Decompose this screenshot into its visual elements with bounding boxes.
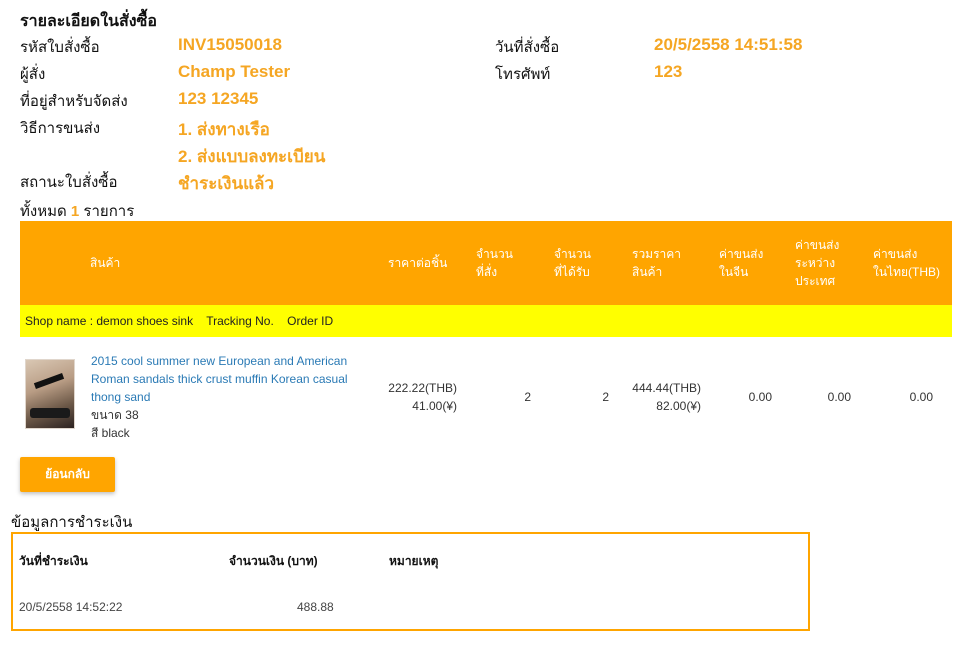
product-image[interactable] xyxy=(25,359,75,429)
invoice-value: INV15050018 xyxy=(178,35,282,54)
item-count-suffix: รายการ xyxy=(83,203,135,220)
th-ship-thai-line1: ค่าขนส่ง xyxy=(873,247,918,261)
order-status-value: ชำระเงินแล้ว xyxy=(178,174,274,193)
unit-price-cell: 222.22(THB) 41.00(¥) xyxy=(380,379,457,415)
th-qty-ordered-line1: จำนวน xyxy=(476,247,513,261)
order-id-label: Order ID xyxy=(287,314,334,328)
orderer-label: ผู้สั่ง xyxy=(20,66,46,83)
shipping-method-1: 1. ส่งทางเรือ xyxy=(178,120,270,139)
invoice-label: รหัสใบสั่งซื้อ xyxy=(20,39,100,56)
th-qty-received-line2: ที่ได้รับ xyxy=(554,265,590,279)
qty-received-cell: 2 xyxy=(602,390,609,404)
phone-value: 123 xyxy=(654,62,683,81)
product-link[interactable]: 2015 cool summer new European and Americ… xyxy=(91,352,361,406)
payment-table: วันที่ชำระเงิน จำนวนเงิน (บาท) หมายเหตุ … xyxy=(11,532,810,631)
shop-info-row: Shop name : demon shoes sink Tracking No… xyxy=(20,305,952,337)
th-qty-received-line1: จำนวน xyxy=(554,247,591,261)
shipping-method-2: 2. ส่งแบบลงทะเบียน xyxy=(178,147,326,166)
payment-section-title: ข้อมูลการชำระเงิน xyxy=(11,514,133,531)
total-price-cell: 444.44(THB) 82.00(¥) xyxy=(620,379,701,415)
payment-amount-value: 488.88 xyxy=(297,600,334,614)
product-size: ขนาด 38 xyxy=(91,408,139,422)
th-unit-price: ราคาต่อชิ้น xyxy=(388,256,448,270)
qty-ordered-cell: 2 xyxy=(524,390,531,404)
th-ship-intl-line2: ระหว่าง xyxy=(795,256,836,270)
th-total-line2: สินค้า xyxy=(632,265,663,279)
phone-label: โทรศัพท์ xyxy=(495,66,551,83)
th-product: สินค้า xyxy=(90,256,121,270)
th-ship-thai-line2: ในไทย(THB) xyxy=(873,265,941,279)
th-ship-china: ค่าขนส่ง ในจีน xyxy=(719,245,763,281)
ship-china-cell: 0.00 xyxy=(748,390,772,404)
orderer-value: Champ Tester xyxy=(178,62,291,81)
total-price-thb: 444.44(THB) xyxy=(632,381,701,395)
payment-date-value: 20/5/2558 14:52:22 xyxy=(19,600,123,614)
th-ship-thai: ค่าขนส่ง ในไทย(THB) xyxy=(873,245,940,281)
address-label: ที่อยู่สำหรับจัดส่ง xyxy=(20,93,128,110)
ship-thai-cell: 0.00 xyxy=(909,390,933,404)
order-status-label: สถานะใบสั่งซื้อ xyxy=(20,174,118,191)
th-total: รวมราคา สินค้า xyxy=(632,245,681,281)
th-qty-received: จำนวน ที่ได้รับ xyxy=(554,245,591,281)
th-total-line1: รวมราคา xyxy=(632,247,682,261)
items-table-header: สินค้า ราคาต่อชิ้น จำนวน ที่สั่ง จำนวน ท… xyxy=(20,221,952,305)
shop-name: Shop name : demon shoes sink xyxy=(25,314,194,328)
address-value: 123 12345 xyxy=(178,89,259,108)
th-ship-intl-line3: ประเทศ xyxy=(795,274,836,288)
item-count: ทั้งหมด 1 รายการ xyxy=(20,199,134,223)
page-title: รายละเอียดในสั่งซื้อ xyxy=(20,13,157,30)
item-count-number: 1 xyxy=(70,203,80,220)
th-qty-ordered-line2: ที่สั่ง xyxy=(476,265,498,279)
total-price-cny: 82.00(¥) xyxy=(656,399,701,413)
th-qty-ordered: จำนวน ที่สั่ง xyxy=(476,245,513,281)
unit-price-cny: 41.00(¥) xyxy=(412,399,457,413)
th-ship-china-line2: ในจีน xyxy=(719,265,749,279)
back-button[interactable]: ย้อนกลับ xyxy=(20,457,115,492)
th-ship-china-line1: ค่าขนส่ง xyxy=(719,247,764,261)
ship-intl-cell: 0.00 xyxy=(827,390,851,404)
shipping-method-label: วิธีการขนส่ง xyxy=(20,120,101,137)
order-date-label: วันที่สั่งซื้อ xyxy=(495,39,560,56)
payment-amount-header: จำนวนเงิน (บาท) xyxy=(229,554,318,568)
item-count-prefix: ทั้งหมด xyxy=(20,203,67,220)
th-ship-intl: ค่าขนส่ง ระหว่าง ประเทศ xyxy=(795,236,839,290)
order-date-value: 20/5/2558 14:51:58 xyxy=(654,35,803,54)
unit-price-thb: 222.22(THB) xyxy=(388,381,457,395)
payment-date-header: วันที่ชำระเงิน xyxy=(19,554,88,568)
product-color: สี black xyxy=(91,426,130,440)
payment-note-header: หมายเหตุ xyxy=(389,554,439,568)
th-ship-intl-line1: ค่าขนส่ง xyxy=(795,238,840,252)
tracking-label: Tracking No. xyxy=(206,314,274,328)
